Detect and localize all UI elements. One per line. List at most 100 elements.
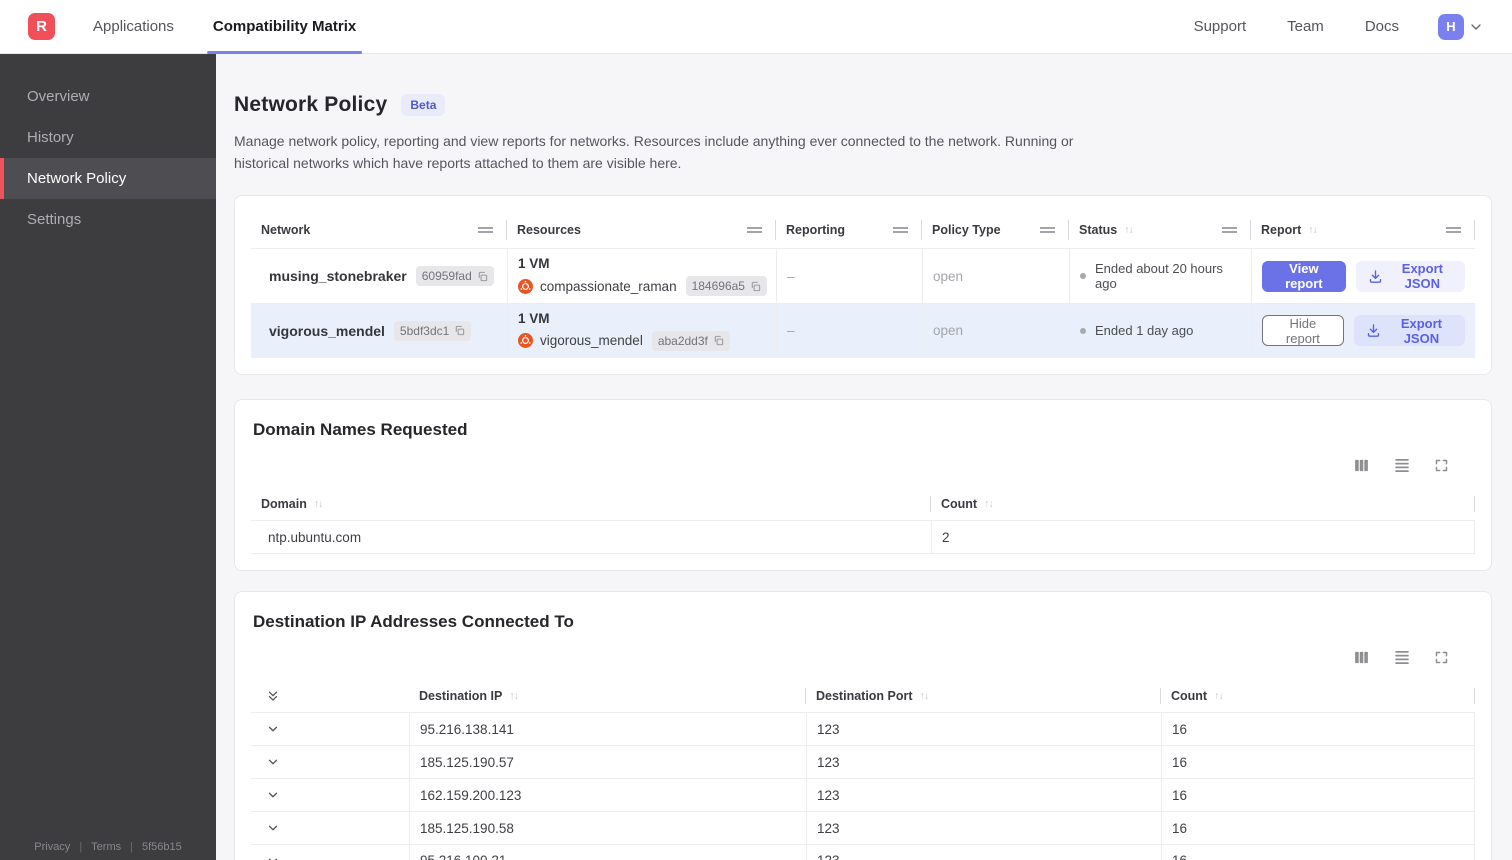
chevron-down-icon[interactable] <box>266 788 280 802</box>
domains-title: Domain Names Requested <box>253 420 468 440</box>
networks-table-header: Network Resources Reporting Policy Type … <box>251 212 1475 248</box>
copy-icon[interactable] <box>477 271 488 282</box>
destination-ip: 162.159.200.123 <box>409 779 806 812</box>
avatar[interactable]: H <box>1438 13 1464 40</box>
column-resize-handle[interactable] <box>478 227 493 234</box>
resource-id-badge: 184696a5 <box>685 276 767 297</box>
column-resize-handle[interactable] <box>893 227 908 234</box>
columns-icon[interactable] <box>1353 649 1370 666</box>
user-menu[interactable]: H <box>1438 13 1484 40</box>
count-value: 2 <box>931 521 1475 554</box>
sidebar-item-overview[interactable]: Overview <box>0 76 216 117</box>
tab-applications[interactable]: Applications <box>91 0 176 54</box>
copy-icon[interactable] <box>750 281 761 292</box>
domains-table-header: Domain ↑↓ Count ↑↓ <box>251 488 1475 520</box>
column-header-report[interactable]: Report ↑↓ <box>1251 212 1475 248</box>
copy-icon[interactable] <box>713 335 724 346</box>
view-report-button[interactable]: View report <box>1262 260 1346 292</box>
chevron-down-icon[interactable] <box>266 821 280 835</box>
build-id: 5f56b15 <box>141 841 182 853</box>
status-text: Ended about 20 hours ago <box>1095 261 1223 292</box>
rows-icon[interactable] <box>1393 648 1411 666</box>
sort-icon: ↑↓ <box>1214 690 1223 703</box>
column-header-count[interactable]: Count ↑↓ <box>931 488 1475 520</box>
resource-name: compassionate_raman <box>540 278 677 294</box>
column-header-destination-port[interactable]: Destination Port ↑↓ <box>806 680 1161 712</box>
app-logo[interactable]: R <box>28 13 55 40</box>
page-title: Network Policy <box>234 93 388 116</box>
domains-card: Domain Names Requested Domain ↑↓ Count ↑… <box>234 399 1492 572</box>
sort-icon: ↑↓ <box>313 498 323 511</box>
network-id-badge: 5bdf3dc1 <box>393 320 472 341</box>
sidebar-footer: Privacy | Terms | 5f56b15 <box>0 841 216 853</box>
download-icon <box>1366 323 1381 338</box>
chevron-down-icon[interactable] <box>266 722 280 736</box>
destination-port: 123 <box>806 779 1161 812</box>
destination-port: 123 <box>806 845 1161 860</box>
expand-icon[interactable] <box>1434 458 1449 473</box>
networks-card: Network Resources Reporting Policy Type … <box>234 195 1492 376</box>
columns-icon[interactable] <box>1353 457 1370 474</box>
count-value: 16 <box>1161 746 1475 779</box>
terms-link[interactable]: Terms <box>91 841 121 853</box>
expand-all-icon[interactable] <box>266 689 280 703</box>
destination-ip: 185.125.190.57 <box>409 746 806 779</box>
nav-tabs: Applications Compatibility Matrix <box>91 0 363 54</box>
destination-row: 95.216.100.21 123 16 <box>251 844 1475 860</box>
status-text: Ended 1 day ago <box>1095 323 1194 339</box>
divider: | <box>79 841 83 853</box>
network-row: musing_stonebraker 60959fad 1 VM compass… <box>251 248 1475 304</box>
count-value: 16 <box>1161 812 1475 845</box>
reporting-value: – <box>776 304 922 358</box>
destination-row: 95.216.138.141 123 16 <box>251 712 1475 746</box>
nav-link-team[interactable]: Team <box>1287 18 1324 35</box>
chevron-down-icon[interactable] <box>266 854 280 860</box>
sidebar-item-network-policy[interactable]: Network Policy <box>0 158 216 199</box>
column-header-domain[interactable]: Domain ↑↓ <box>251 488 931 520</box>
privacy-link[interactable]: Privacy <box>34 841 70 853</box>
rows-icon[interactable] <box>1393 456 1411 474</box>
count-value: 16 <box>1161 779 1475 812</box>
column-header-count[interactable]: Count ↑↓ <box>1161 680 1475 712</box>
column-header-network[interactable]: Network <box>251 212 507 248</box>
nav-link-docs[interactable]: Docs <box>1365 18 1399 35</box>
expand-icon[interactable] <box>1434 650 1449 665</box>
policy-type-value: open <box>922 249 1069 304</box>
column-resize-handle[interactable] <box>1446 227 1461 234</box>
chevron-down-icon[interactable] <box>266 755 280 769</box>
tab-compatibility-matrix[interactable]: Compatibility Matrix <box>206 0 363 54</box>
sort-icon: ↑↓ <box>509 690 518 703</box>
nav-link-support[interactable]: Support <box>1194 18 1247 35</box>
hide-report-button[interactable]: Hide report <box>1262 315 1344 347</box>
ubuntu-icon <box>518 278 533 294</box>
export-json-button[interactable]: Export JSON <box>1355 260 1465 292</box>
top-nav: R Applications Compatibility Matrix Supp… <box>0 0 1512 54</box>
vm-count: 1 VM <box>518 310 550 326</box>
export-json-button[interactable]: Export JSON <box>1353 315 1465 347</box>
destination-port: 123 <box>806 812 1161 845</box>
sidebar-item-settings[interactable]: Settings <box>0 199 216 240</box>
destination-row: 162.159.200.123 123 16 <box>251 778 1475 812</box>
policy-type-value: open <box>922 304 1069 358</box>
sidebar-item-history[interactable]: History <box>0 117 216 158</box>
column-resize-handle[interactable] <box>747 227 762 234</box>
sort-icon: ↑↓ <box>984 498 993 511</box>
table-toolbar <box>251 456 1475 474</box>
table-toolbar <box>251 648 1475 666</box>
column-header-policy-type[interactable]: Policy Type <box>922 212 1069 248</box>
domain-value: ntp.ubuntu.com <box>268 529 362 545</box>
resource-name: vigorous_mendel <box>540 333 643 349</box>
copy-icon[interactable] <box>454 325 465 336</box>
destinations-table-header: Destination IP ↑↓ Destination Port ↑↓ Co… <box>251 680 1475 712</box>
column-header-reporting[interactable]: Reporting <box>776 212 922 248</box>
main-content: Network Policy Beta Manage network polic… <box>216 54 1512 860</box>
sort-icon: ↑↓ <box>1124 224 1133 237</box>
column-header-resources[interactable]: Resources <box>507 212 776 248</box>
column-resize-handle[interactable] <box>1222 227 1237 234</box>
column-header-destination-ip[interactable]: Destination IP ↑↓ <box>409 680 806 712</box>
column-resize-handle[interactable] <box>1040 227 1055 234</box>
ubuntu-icon <box>518 333 533 349</box>
divider: | <box>130 841 133 853</box>
status-dot <box>1080 327 1086 334</box>
column-header-status[interactable]: Status ↑↓ <box>1069 212 1251 248</box>
